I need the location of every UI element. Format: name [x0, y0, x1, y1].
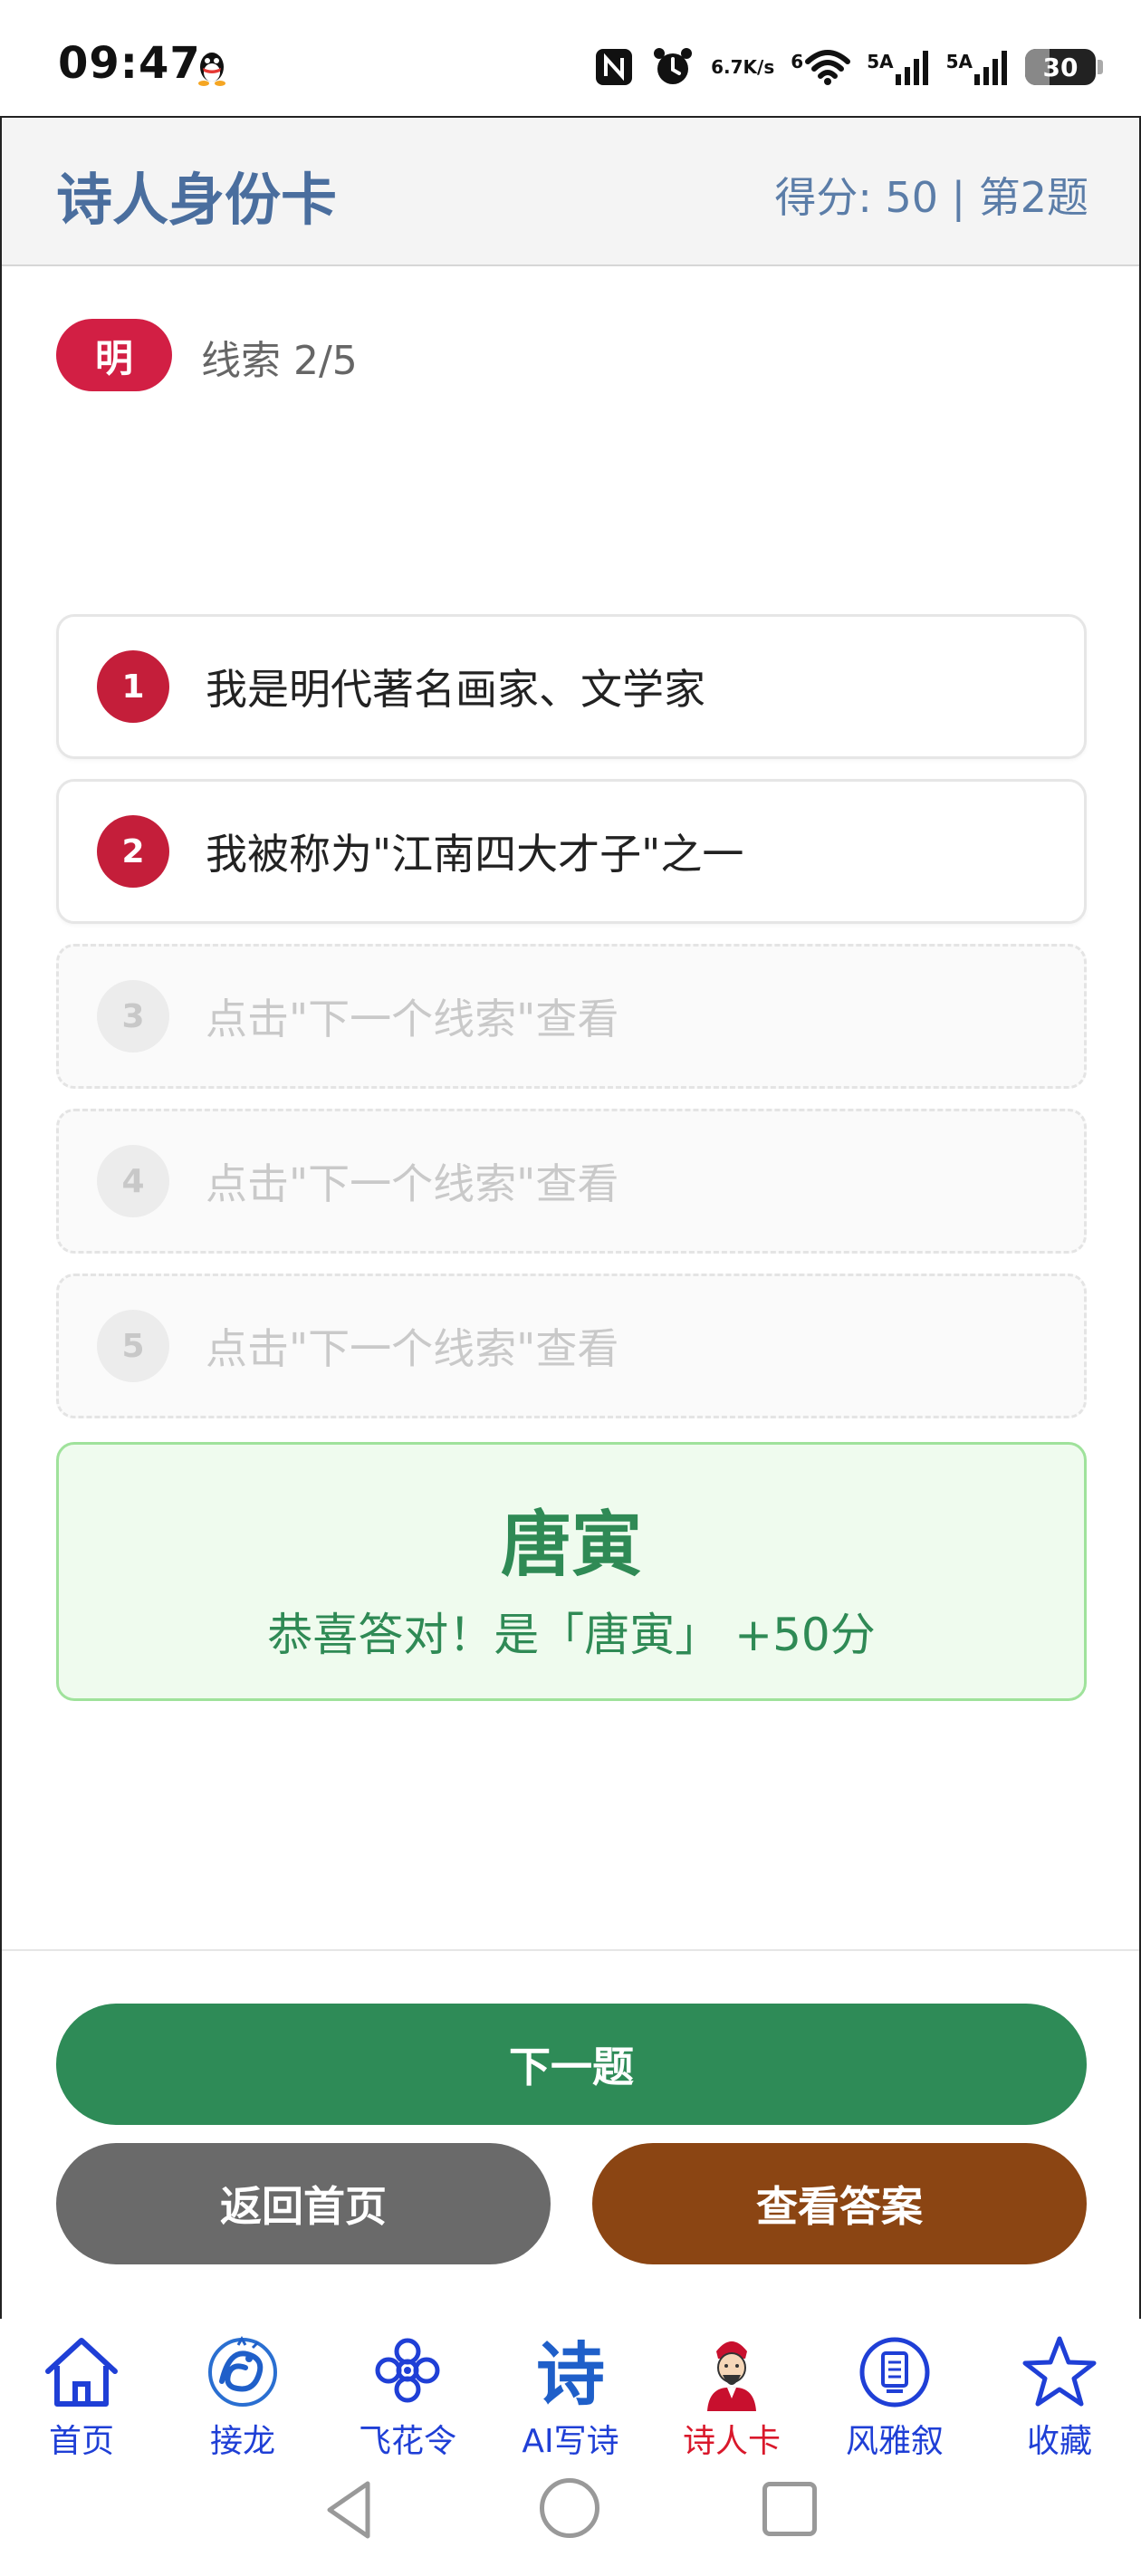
signal-indicator-2: 5A [946, 49, 1009, 85]
system-nav-bar [0, 2455, 1141, 2576]
wifi-icon [805, 50, 851, 85]
dragon-icon [208, 2335, 277, 2407]
back-icon[interactable] [322, 2478, 377, 2542]
tab-ai-poem[interactable]: 诗 AI写诗 [489, 2331, 652, 2460]
tab-dragon[interactable]: 接龙 [161, 2331, 324, 2460]
status-bar: 09:47 6.7 K/s 6 5A 5A 30 [0, 0, 1141, 116]
battery-level: 30 [1042, 52, 1079, 82]
clue-text: 我被称为"江南四大才子"之一 [206, 830, 744, 879]
signal-indicator-1: 5A [867, 49, 929, 85]
clue-progress: 线索 2/5 [201, 338, 358, 384]
signal2-label: 5A [945, 51, 973, 72]
qq-penguin-icon [198, 53, 225, 86]
dynasty-badge: 明 [56, 319, 172, 391]
clue-number: 5 [97, 1310, 169, 1382]
clue-text: 我是明代著名画家、文学家 [206, 665, 705, 714]
tab-favorites[interactable]: 收藏 [978, 2331, 1141, 2460]
home-circle-icon[interactable] [540, 2478, 599, 2538]
bottom-tab-bar: 首页 接龙 飞花令 诗 AI写诗 诗人卡 风雅叙 收藏 [0, 2319, 1141, 2460]
next-question-button[interactable]: 下一题 [56, 2004, 1087, 2125]
wifi-indicator: 6 [791, 49, 851, 85]
tab-feihualing[interactable]: 飞花令 [326, 2331, 489, 2460]
net-speed-unit: K/s [743, 56, 775, 78]
recent-apps-icon[interactable] [762, 2482, 817, 2536]
poem-char-icon: 诗 [536, 2334, 605, 2413]
signal-bars-icon [895, 51, 928, 85]
clue-text: 点击"下一个线索"查看 [206, 1159, 619, 1208]
tab-home[interactable]: 首页 [0, 2331, 163, 2460]
scroll-circle-icon [859, 2337, 930, 2408]
clue-card-locked[interactable]: 3 点击"下一个线索"查看 [56, 944, 1087, 1089]
score-info: 得分: 50 | 第2题 [774, 173, 1088, 222]
poet-portrait-icon [707, 2341, 756, 2411]
clue-number: 1 [97, 650, 169, 723]
clue-number: 3 [97, 980, 169, 1053]
clue-card-locked[interactable]: 4 点击"下一个线索"查看 [56, 1109, 1087, 1254]
signal1-label: 5A [867, 51, 894, 72]
svg-text:诗: 诗 [536, 2334, 605, 2413]
network-speed: 6.7 K/s [711, 58, 774, 76]
battery-icon: 30 [1025, 49, 1103, 85]
back-home-button[interactable]: 返回首页 [56, 2143, 551, 2264]
page-title: 诗人身份卡 [56, 167, 338, 233]
app-frame: 诗人身份卡 得分: 50 | 第2题 明 线索 2/5 1 我是明代著名画家、文… [0, 116, 1141, 2321]
clue-card-revealed: 2 我被称为"江南四大才子"之一 [56, 779, 1087, 924]
wifi-label: 6 [791, 51, 804, 72]
net-speed-value: 6.7 [711, 56, 743, 78]
action-divider [2, 1949, 1139, 1951]
status-time: 09:47 [58, 38, 201, 89]
answer-name: 唐寅 [500, 1504, 642, 1586]
clue-card-locked[interactable]: 5 点击"下一个线索"查看 [56, 1274, 1087, 1418]
clue-card-revealed: 1 我是明代著名画家、文学家 [56, 614, 1087, 759]
nfc-icon [596, 49, 633, 85]
tab-fengyaxu[interactable]: 风雅叙 [813, 2331, 976, 2460]
signal-bars-icon [974, 51, 1007, 85]
clue-number: 4 [97, 1145, 169, 1217]
alarm-icon [654, 48, 693, 84]
show-answer-button[interactable]: 查看答案 [592, 2143, 1087, 2264]
answer-result-box: 唐寅 恭喜答对！是「唐寅」 +50分 [56, 1442, 1087, 1701]
star-icon [1022, 2336, 1097, 2407]
clue-number: 2 [97, 815, 169, 888]
clue-text: 点击"下一个线索"查看 [206, 1324, 619, 1373]
clue-text: 点击"下一个线索"查看 [206, 995, 619, 1043]
app-header: 诗人身份卡 得分: 50 | 第2题 [2, 118, 1139, 266]
flower-icon [375, 2338, 440, 2403]
tab-poet-card[interactable]: 诗人卡 [650, 2331, 813, 2460]
status-icons: 6.7 K/s 6 5A 5A 30 [593, 42, 1103, 92]
home-icon [45, 2338, 118, 2407]
answer-message: 恭喜答对！是「唐寅」 +50分 [267, 1609, 876, 1661]
